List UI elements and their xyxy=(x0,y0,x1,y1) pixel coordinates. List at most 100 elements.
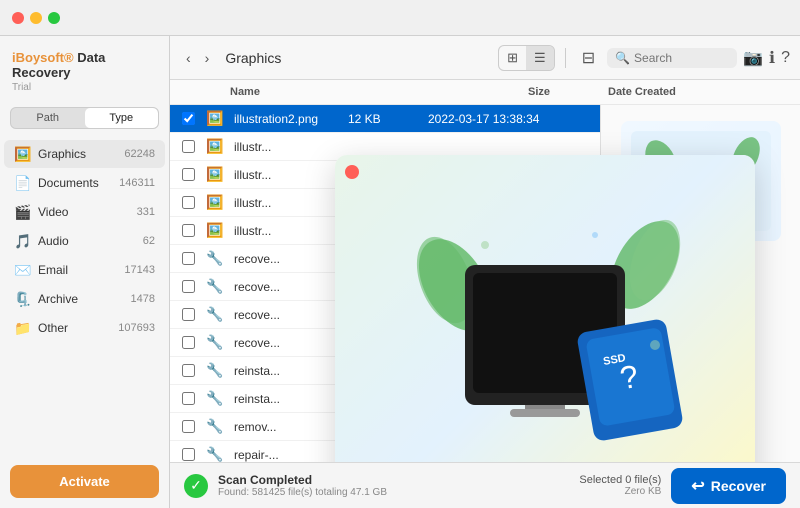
file-type-icon: 🖼️ xyxy=(206,110,230,127)
email-icon: ✉️ xyxy=(14,261,32,279)
list-view-button[interactable]: ☰ xyxy=(526,46,554,70)
documents-icon: 📄 xyxy=(14,174,32,192)
file-type-icon: 🔧 xyxy=(206,278,230,295)
file-type-icon: 🖼️ xyxy=(206,138,230,155)
selected-size: Zero KB xyxy=(579,486,661,497)
grid-view-button[interactable]: ⊞ xyxy=(499,46,526,70)
breadcrumb: Graphics xyxy=(225,50,281,66)
file-name: recove... xyxy=(234,252,348,266)
toolbar-separator xyxy=(565,48,566,68)
forward-button[interactable]: › xyxy=(199,46,216,70)
other-count: 107693 xyxy=(118,322,155,334)
preview-overlay: ? SSD xyxy=(335,155,755,462)
back-button[interactable]: ‹ xyxy=(180,46,197,70)
scan-detail: Found: 581425 file(s) totaling 47.1 GB xyxy=(218,487,387,498)
file-type-icon: 🔧 xyxy=(206,418,230,435)
help-button[interactable]: ? xyxy=(781,49,790,67)
content-area: ‹ › Graphics ⊞ ☰ ⊟ 🔍 📷 ℹ ? xyxy=(170,36,800,508)
toolbar-nav: ‹ › xyxy=(180,46,215,70)
file-name: reinsta... xyxy=(234,364,348,378)
app-subtitle: Trial xyxy=(12,82,157,93)
table-row[interactable]: 🖼️ illustration2.png 12 KB 2022-03-17 13… xyxy=(170,105,600,133)
sidebar-item-label: Audio xyxy=(38,234,143,248)
recover-label: Recover xyxy=(711,478,766,494)
video-icon: 🎬 xyxy=(14,203,32,221)
maximize-button[interactable] xyxy=(48,12,60,24)
sidebar-tabs: Path Type xyxy=(10,107,159,129)
graphics-icon: 🖼️ xyxy=(14,145,32,163)
file-name: illustr... xyxy=(234,140,348,154)
sidebar: iBoysoft® Data Recovery Trial Path Type … xyxy=(0,36,170,508)
archive-count: 1478 xyxy=(131,293,155,305)
file-type-icon: 🔧 xyxy=(206,334,230,351)
file-name: illustration2.png xyxy=(234,112,348,126)
sidebar-item-video[interactable]: 🎬 Video 331 xyxy=(4,198,165,226)
info-button[interactable]: ℹ xyxy=(769,48,775,68)
overlay-close-dot[interactable] xyxy=(345,165,359,179)
sidebar-item-archive[interactable]: 🗜️ Archive 1478 xyxy=(4,285,165,313)
other-icon: 📁 xyxy=(14,319,32,337)
file-type-icon: 🔧 xyxy=(206,390,230,407)
sidebar-item-label: Archive xyxy=(38,292,131,306)
sidebar-item-label: Graphics xyxy=(38,147,124,161)
video-count: 331 xyxy=(137,206,155,218)
activate-section: Activate xyxy=(10,465,159,498)
email-count: 17143 xyxy=(124,264,155,276)
tab-path[interactable]: Path xyxy=(11,108,85,128)
scan-status-icon: ✓ xyxy=(184,474,208,498)
audio-icon: 🎵 xyxy=(14,232,32,250)
filter-button[interactable]: ⊟ xyxy=(576,44,601,72)
file-name: illustr... xyxy=(234,168,348,182)
archive-icon: 🗜️ xyxy=(14,290,32,308)
sidebar-item-documents[interactable]: 📄 Documents 146311 xyxy=(4,169,165,197)
mac-illustration-svg: ? SSD xyxy=(395,205,695,462)
documents-count: 146311 xyxy=(119,177,155,189)
toolbar: ‹ › Graphics ⊞ ☰ ⊟ 🔍 📷 ℹ ? xyxy=(170,36,800,80)
recover-icon: ↩ xyxy=(691,476,704,496)
file-name: recove... xyxy=(234,280,348,294)
bottom-bar: ✓ Scan Completed Found: 581425 file(s) t… xyxy=(170,462,800,508)
scan-title: Scan Completed xyxy=(218,473,387,487)
sidebar-item-label: Other xyxy=(38,321,118,335)
file-checkbox[interactable] xyxy=(182,112,206,125)
file-type-icon: 🖼️ xyxy=(206,194,230,211)
graphics-count: 62248 xyxy=(124,148,155,160)
minimize-button[interactable] xyxy=(30,12,42,24)
app-title: iBoysoft® Data Recovery xyxy=(12,50,157,80)
title-bar xyxy=(0,0,800,36)
file-type-icon: 🖼️ xyxy=(206,166,230,183)
file-name: illustr... xyxy=(234,196,348,210)
file-type-icon: 🖼️ xyxy=(206,222,230,239)
search-input[interactable] xyxy=(634,51,729,65)
sidebar-item-other[interactable]: 📁 Other 107693 xyxy=(4,314,165,342)
column-size[interactable]: Size xyxy=(528,86,608,98)
recover-button[interactable]: ↩ Recover xyxy=(671,468,786,504)
close-button[interactable] xyxy=(12,12,24,24)
search-icon: 🔍 xyxy=(615,51,630,65)
file-name: remov... xyxy=(234,420,348,434)
file-name: reinsta... xyxy=(234,392,348,406)
camera-button[interactable]: 📷 xyxy=(743,48,763,68)
preview-image: ? SSD xyxy=(335,155,755,462)
file-type-icon: 🔧 xyxy=(206,446,230,462)
sidebar-item-label: Email xyxy=(38,263,124,277)
selected-info-section: Selected 0 file(s) Zero KB xyxy=(579,474,661,497)
file-name: illustr... xyxy=(234,224,348,238)
file-name: recove... xyxy=(234,308,348,322)
column-date[interactable]: Date Created xyxy=(608,86,768,98)
scan-status-text: Scan Completed Found: 581425 file(s) tot… xyxy=(218,473,387,498)
sidebar-item-graphics[interactable]: 🖼️ Graphics 62248 xyxy=(4,140,165,168)
sidebar-item-email[interactable]: ✉️ Email 17143 xyxy=(4,256,165,284)
sidebar-header: iBoysoft® Data Recovery Trial xyxy=(0,36,169,101)
view-toggle: ⊞ ☰ xyxy=(498,45,555,71)
selected-count: Selected 0 file(s) xyxy=(579,474,661,486)
file-list-header: Name Size Date Created xyxy=(170,80,800,105)
activate-button[interactable]: Activate xyxy=(10,465,159,498)
sidebar-item-label: Documents xyxy=(38,176,119,190)
file-type-icon: 🔧 xyxy=(206,362,230,379)
sidebar-item-label: Video xyxy=(38,205,137,219)
column-name[interactable]: Name xyxy=(230,86,528,98)
sidebar-item-audio[interactable]: 🎵 Audio 62 xyxy=(4,227,165,255)
audio-count: 62 xyxy=(143,235,155,247)
tab-type[interactable]: Type xyxy=(85,108,159,128)
